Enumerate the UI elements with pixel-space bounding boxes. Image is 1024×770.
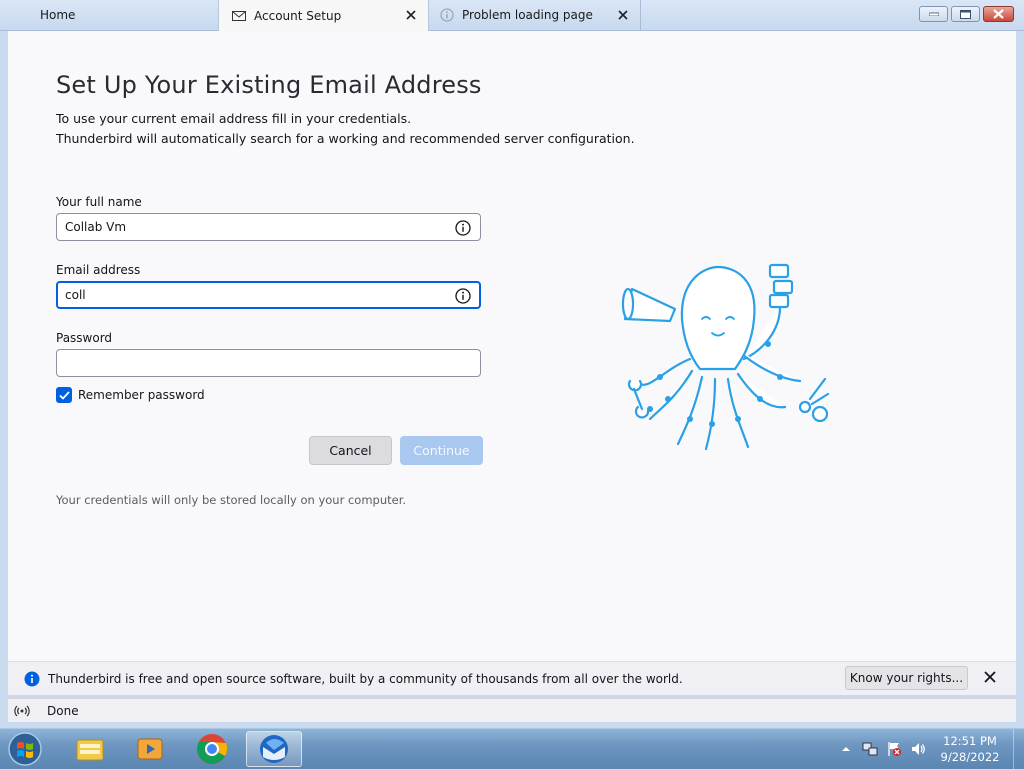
credentials-note: Your credentials will only be stored loc…	[56, 493, 407, 507]
show-hidden-icons-icon[interactable]	[838, 741, 854, 757]
cancel-button[interactable]: Cancel	[309, 436, 392, 465]
volume-icon[interactable]	[910, 741, 926, 757]
email-label: Email address	[56, 263, 141, 277]
thunderbird-icon	[260, 735, 288, 763]
windows-logo-icon	[8, 732, 42, 766]
info-icon	[24, 671, 40, 687]
system-tray: 12:51 PM 9/28/2022	[838, 729, 1024, 769]
full-name-label: Your full name	[56, 195, 142, 209]
intro-text-2: Thunderbird will automatically search fo…	[56, 131, 635, 146]
remember-password[interactable]: Remember password	[56, 387, 205, 403]
remember-password-checkbox[interactable]	[56, 387, 72, 403]
minimize-button[interactable]	[919, 6, 948, 22]
know-your-rights-button[interactable]: Know your rights...	[845, 666, 968, 690]
info-icon	[439, 7, 455, 23]
intro-text-1: To use your current email address fill i…	[56, 111, 412, 126]
clock-time: 12:51 PM	[943, 734, 997, 748]
info-icon[interactable]	[455, 220, 471, 236]
close-icon	[993, 9, 1004, 19]
taskbar-chrome-button[interactable]	[184, 731, 240, 767]
tab-home-label: Home	[40, 8, 76, 22]
envelope-icon	[231, 8, 247, 24]
restore-icon	[960, 9, 971, 19]
tab-bar: Home Account Setup Problem loading page	[0, 0, 1024, 31]
taskbar: 12:51 PM 9/28/2022	[0, 728, 1024, 769]
remember-password-label: Remember password	[78, 388, 205, 402]
full-name-field[interactable]	[56, 213, 481, 241]
close-icon[interactable]	[616, 8, 630, 22]
tab-account-setup[interactable]: Account Setup	[218, 0, 429, 31]
network-icon[interactable]	[862, 741, 878, 757]
windows-explorer-icon	[76, 739, 104, 761]
checkmark-icon	[58, 390, 70, 400]
full-name-input[interactable]	[65, 220, 435, 234]
media-player-icon	[137, 738, 163, 760]
clock-date: 9/28/2022	[940, 750, 1000, 764]
window-close-button[interactable]	[983, 6, 1014, 22]
tab-home[interactable]: Home	[0, 0, 218, 30]
close-icon[interactable]	[404, 8, 418, 22]
page-title: Set Up Your Existing Email Address	[56, 71, 482, 99]
info-icon[interactable]	[455, 288, 471, 304]
tab-account-setup-label: Account Setup	[254, 8, 342, 23]
taskbar-thunderbird-button[interactable]	[246, 731, 302, 767]
clock[interactable]: 12:51 PM 9/28/2022	[934, 733, 1006, 765]
email-input[interactable]	[65, 288, 435, 302]
online-status-icon[interactable]	[14, 703, 30, 719]
password-field[interactable]	[56, 349, 481, 377]
show-desktop-button[interactable]	[1013, 729, 1024, 769]
taskbar-explorer-button[interactable]	[62, 731, 118, 767]
notification-text: Thunderbird is free and open source soft…	[48, 671, 683, 686]
start-button[interactable]	[6, 731, 44, 767]
taskbar-media-player-button[interactable]	[122, 731, 178, 767]
action-center-flag-icon[interactable]	[886, 741, 902, 757]
tab-problem-loading-label: Problem loading page	[462, 8, 593, 22]
status-text: Done	[47, 703, 79, 718]
notification-bar: Thunderbird is free and open source soft…	[8, 661, 1016, 695]
email-field[interactable]	[56, 281, 481, 309]
octopus-mascot-illustration	[621, 263, 830, 451]
close-icon[interactable]	[984, 671, 998, 685]
tab-problem-loading[interactable]: Problem loading page	[429, 0, 641, 30]
chrome-icon	[197, 734, 228, 764]
window-controls	[919, 6, 1014, 22]
continue-button[interactable]: Continue	[400, 436, 483, 465]
password-input[interactable]	[65, 356, 435, 370]
account-setup-page: Set Up Your Existing Email Address To us…	[8, 31, 1016, 661]
maximize-button[interactable]	[951, 6, 980, 22]
status-bar: Done	[8, 698, 1016, 722]
password-label: Password	[56, 331, 113, 345]
minimize-icon	[928, 12, 939, 16]
